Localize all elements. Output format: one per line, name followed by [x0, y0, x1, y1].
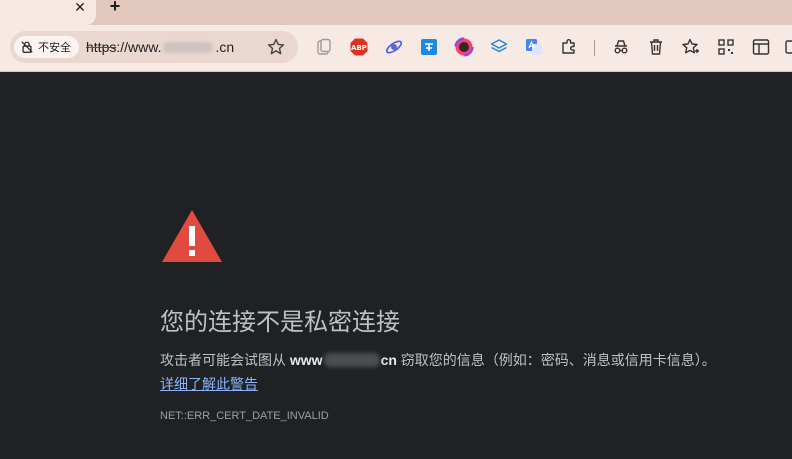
active-tab[interactable]: ✕ — [0, 0, 96, 25]
url-text[interactable]: https://www. .cn — [86, 39, 234, 55]
toolbar-separator — [594, 40, 595, 56]
qr-grid-icon[interactable] — [716, 37, 736, 57]
redacted-domain — [163, 42, 214, 53]
color-picker-icon[interactable] — [454, 37, 474, 57]
ssl-error-page: 您的连接不是私密连接 攻击者可能会试图从 www cn 窃取您的信息（例如：密码、… — [0, 72, 792, 459]
url-prefix: ://www. — [116, 39, 162, 55]
collections-icon[interactable] — [784, 37, 792, 57]
redacted-domain-name — [323, 353, 380, 367]
description-prefix: 攻击者可能会试图从 — [160, 352, 290, 368]
warning-triangle-icon — [162, 210, 222, 262]
error-description: 攻击者可能会试图从 www cn 窃取您的信息（例如：密码、消息或信用卡信息）。 — [160, 350, 716, 370]
tab-strip: ✕ + — [0, 0, 792, 25]
split-screen-icon[interactable] — [751, 37, 771, 57]
not-secure-lock-icon — [21, 41, 33, 53]
error-code: NET::ERR_CERT_DATE_INVALID — [160, 410, 329, 422]
adblock-plus-icon[interactable]: ABP — [349, 37, 369, 57]
domain-suffix: cn — [380, 352, 397, 368]
layers-icon[interactable] — [489, 37, 509, 57]
svg-text:ABP: ABP — [351, 44, 367, 52]
page-title: 您的连接不是私密连接 — [160, 309, 400, 336]
incognito-icon[interactable] — [611, 37, 631, 57]
extensions-puzzle-icon[interactable] — [559, 37, 579, 57]
address-bar[interactable]: 不安全 https://www. .cn — [10, 31, 298, 63]
new-tab-button[interactable]: + — [106, 0, 124, 15]
learn-more-link[interactable]: 详细了解此警告 — [160, 374, 258, 394]
domain-prefix: www — [289, 352, 323, 368]
translate-bubble-icon[interactable] — [419, 37, 439, 57]
browser-toolbar: 不安全 https://www. .cn ABP — [0, 25, 792, 72]
bookmark-star-icon[interactable] — [266, 37, 286, 57]
url-suffix: .cn — [215, 39, 235, 55]
description-suffix: 窃取您的信息（例如：密码、消息或信用卡信息）。 — [396, 352, 716, 368]
url-scheme: https — [86, 39, 117, 55]
tab-close-icon[interactable]: ✕ — [72, 0, 88, 15]
trash-icon[interactable] — [646, 37, 666, 57]
clipboard-icon[interactable] — [314, 37, 334, 57]
satellite-icon[interactable] — [384, 37, 404, 57]
favorites-icon[interactable] — [681, 37, 701, 57]
security-chip[interactable]: 不安全 — [14, 36, 79, 58]
google-translate-icon[interactable] — [524, 37, 544, 57]
security-label: 不安全 — [38, 42, 71, 54]
